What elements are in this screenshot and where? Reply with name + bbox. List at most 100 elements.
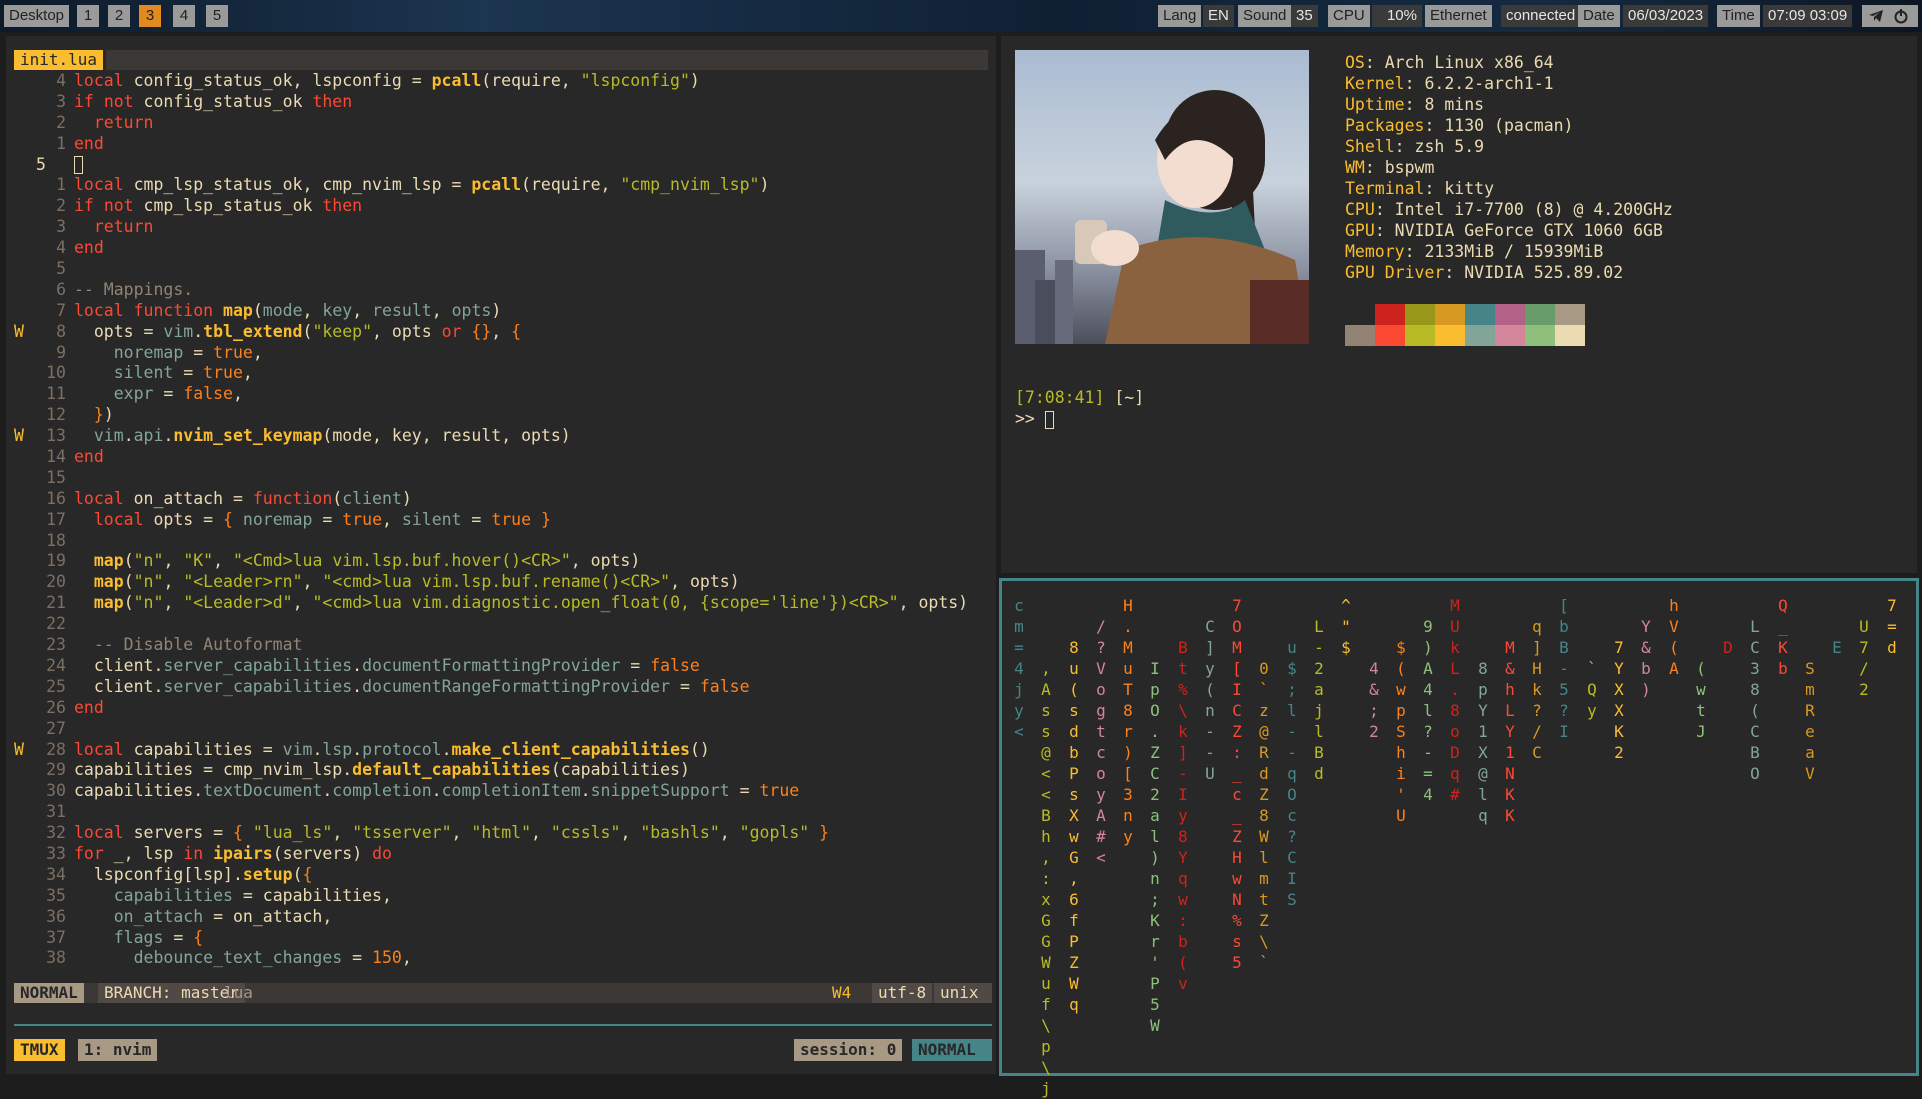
code-line[interactable]: 32 local servers = { "lua_ls", "tsserver"… [14,823,992,844]
matrix-rain: c m = 4 j y < , A s s @ < < B h , : x G G… [1012,595,1912,1098]
code-line[interactable]: 38 debounce_text_changes = 150, [14,948,992,969]
code-line[interactable]: 25 client.server_capabilities.documentRa… [14,677,992,698]
power-icon[interactable] [1893,8,1909,31]
line-number: 33 [46,843,66,863]
code-line[interactable]: 37 flags = { [14,928,992,949]
code-line[interactable]: 29 capabilities = cmp_nvim_lsp.default_ca… [14,760,992,781]
line-text: return [93,217,154,237]
code-line[interactable]: 9 noremap = true, [14,343,992,364]
code-line[interactable]: 33 for _, lsp in ipairs(servers) do [14,844,992,865]
nvim-pane[interactable]: init.lua 4 local config_status_ok, lspcon… [6,36,996,1074]
telegram-icon[interactable] [1868,8,1884,31]
code-line[interactable]: 1 local cmp_lsp_status_ok, cmp_nvim_lsp =… [14,175,992,196]
prompt-input-line[interactable]: >> [1015,409,1054,429]
code-line[interactable]: 1 end [14,134,992,155]
workspace-4[interactable]: 4 [173,5,195,27]
code-line[interactable]: W 13 vim.api.nvim_set_keymap(mode, key, r… [14,426,992,447]
lang-value[interactable]: EN [1203,5,1234,27]
matrix-column: 8 p Y 1 X @ l q [1478,659,1488,825]
workspace-3-active[interactable]: 3 [139,5,161,27]
filetype: lua [224,983,253,1002]
line-number: 27 [46,718,66,738]
code-line[interactable]: 6 -- Mappings. [14,280,992,301]
code-line[interactable]: 4 end [14,238,992,259]
code-line[interactable]: 5 [14,259,992,280]
code-line[interactable]: 16 local on_attach = function(client) [14,489,992,510]
code-line[interactable]: 22 [14,614,992,635]
code-line[interactable]: 36 on_attach = on_attach, [14,907,992,928]
palette-swatch [1405,304,1435,325]
line-number: 12 [46,405,66,425]
workspace-1[interactable]: 1 [77,5,99,27]
line-number: 13 [46,426,66,446]
info-value: : 1130 (pacman) [1424,116,1574,135]
line-number: 23 [46,635,66,655]
line-number: 26 [46,697,66,717]
info-label: Shell [1345,137,1395,156]
code-line[interactable]: 5 [14,155,992,176]
code-line[interactable]: 19 map("n", "K", "<Cmd>lua vim.lsp.buf.h… [14,551,992,572]
code-line[interactable]: 26 end [14,698,992,719]
line-number: 6 [56,279,66,299]
code-line[interactable]: 21 map("n", "<Leader>d", "<cmd>lua vim.d… [14,593,992,614]
workspace-5[interactable]: 5 [206,5,228,27]
line-text: }) [93,405,114,425]
code-line[interactable]: 10 silent = true, [14,363,992,384]
code-line[interactable]: 11 expr = false, [14,384,992,405]
line-number: 7 [56,300,66,320]
matrix-column: M & h L Y 1 N K K [1505,638,1515,825]
code-line[interactable]: 3 return [14,217,992,238]
line-text: -- Disable Autoformat [93,635,303,655]
code-line[interactable]: 17 local opts = { noremap = true, silent… [14,510,992,531]
info-label: Uptime [1345,95,1405,114]
line-number: 30 [46,781,66,801]
date-label: Date [1578,5,1620,27]
workspace-2[interactable]: 2 [108,5,130,27]
code-line[interactable]: 20 map("n", "<Leader>rn", "<cmd>lua vim.… [14,572,992,593]
buffer-tab[interactable]: init.lua [14,50,104,70]
info-row: Memory: 2133MiB / 15939MiB [1345,241,1673,262]
neofetch-pane[interactable]: OS: Arch Linux x86_64 Kernel: 6.2.2-arch1… [1001,36,1917,573]
line-text: return [93,112,154,132]
line-text: vim.api.nvim_set_keymap(mode, key, resul… [93,426,571,446]
time-value[interactable]: 07:09 03:09 [1763,5,1853,27]
code-line[interactable]: 14 end [14,447,992,468]
code-line[interactable]: 4 local config_status_ok, lspconfig = pca… [14,71,992,92]
code-line[interactable]: 27 [14,719,992,740]
code-line[interactable]: 2 if not cmp_lsp_status_ok then [14,196,992,217]
code-line[interactable]: 12 }) [14,405,992,426]
line-number: 38 [46,948,66,968]
sound-label: Sound [1238,5,1292,27]
code-area[interactable]: 4 local config_status_ok, lspconfig = pca… [14,71,992,969]
code-line[interactable]: 23 -- Disable Autoformat [14,635,992,656]
code-line[interactable]: 2 return [14,113,992,134]
code-line[interactable]: 24 client.server_capabilities.documentFo… [14,656,992,677]
code-line[interactable]: 34 lspconfig[lsp].setup({ [14,865,992,886]
code-line[interactable]: W 28 local capabilities = vim.lsp.protocol… [14,740,992,761]
sound-value[interactable]: 35 [1291,5,1318,27]
code-line[interactable]: 30 capabilities.textDocument.completion.c… [14,781,992,802]
matrix-pane[interactable]: c m = 4 j y < , A s s @ < < B h , : x G G… [999,578,1919,1098]
palette-swatch [1375,325,1405,346]
code-line[interactable]: 7 local function map(mode, key, result, o… [14,301,992,322]
color-palette [1345,304,1585,346]
warning-count: W4 [832,983,852,1002]
code-line[interactable]: 35 capabilities = capabilities, [14,886,992,907]
info-row: Packages: 1130 (pacman) [1345,115,1673,136]
date-value[interactable]: 06/03/2023 [1623,5,1709,27]
code-line[interactable]: W8 opts = vim.tbl_extend("keep", opts or… [14,322,992,343]
line-number: 17 [46,509,66,529]
tmux-window[interactable]: 1: nvim [78,1039,158,1061]
code-line[interactable]: 18 [14,531,992,552]
ethernet-value[interactable]: connected [1501,5,1581,27]
palette-swatch [1555,304,1585,325]
info-label: Packages [1345,116,1425,135]
time-label: Time [1717,5,1760,27]
line-text: -- Mappings. [74,279,194,299]
code-line[interactable]: 3 if not config_status_ok then [14,92,992,113]
code-line[interactable]: 31 [14,802,992,823]
code-line[interactable]: 15 [14,468,992,489]
desktop-label[interactable]: Desktop [4,5,70,27]
line-number: 9 [56,342,66,362]
matrix-column: ^ " $ [1341,596,1351,657]
